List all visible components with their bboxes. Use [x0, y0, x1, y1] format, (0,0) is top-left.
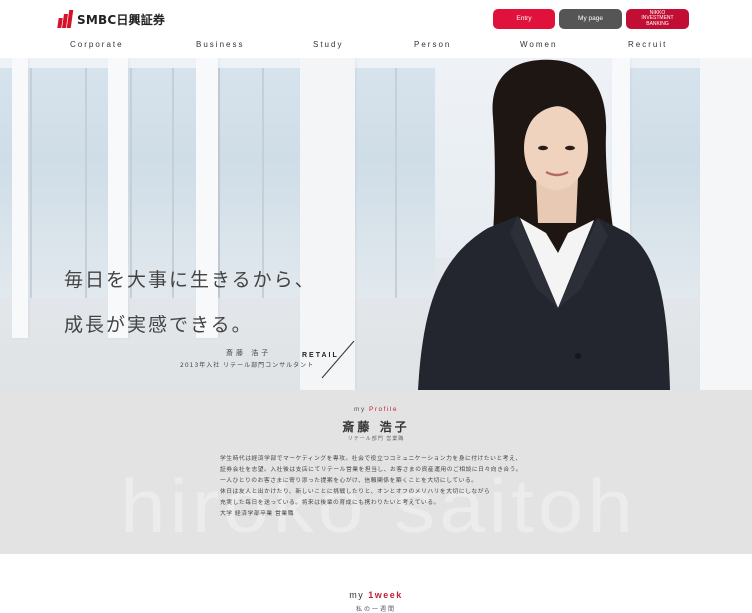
profile-body: 学生時代は経済学部でマーケティングを専攻。社会で役立つコミュニケーション力を身に…: [220, 454, 540, 520]
week-title-highlight: 1week: [368, 590, 403, 600]
week-subtitle: 私の一週間: [355, 606, 396, 613]
logo-text: SMBC日興証券: [77, 12, 166, 27]
profile-body-line: 学生時代は経済学部でマーケティングを専攻。社会で役立つコミュニケーション力を身に…: [220, 456, 522, 462]
profile-body-line: 証券会社を志望。入社後は支店にてリテール営業を担当し、お客さまの資産運用のご相談…: [220, 467, 522, 473]
profile-body-line: 一人ひとりのお客さまに寄り添った提案を心がけ、信頼関係を築くことを大切にしている…: [220, 478, 478, 484]
nav-item-study[interactable]: Study: [313, 40, 343, 49]
mypage-button[interactable]: My page: [559, 9, 622, 29]
week-title-prefix: my: [349, 590, 365, 600]
week-title: my 1week: [0, 590, 752, 600]
nav-item-business[interactable]: Business: [196, 40, 244, 49]
company-logo[interactable]: SMBC日興証券: [57, 10, 166, 28]
profile-label-highlight: Profile: [369, 406, 398, 413]
profile-section: hiroko saitoh my Profile 斎藤 浩子 リテール部門 営業…: [0, 390, 752, 554]
nav-item-women[interactable]: Women: [520, 40, 557, 49]
nav-item-person[interactable]: Person: [414, 40, 451, 49]
retail-slash-line: [321, 340, 355, 379]
profile-ruby: リテール部門 営業職: [347, 436, 405, 442]
entry-button[interactable]: Entry: [493, 9, 555, 29]
nav-item-corporate[interactable]: Corporate: [70, 40, 124, 49]
profile-label: my Profile: [0, 406, 752, 413]
profile-name: 斎藤 浩子: [342, 420, 410, 434]
nav-item-recruit[interactable]: Recruit: [628, 40, 667, 49]
hero-section: 毎日を大事に生きるから、 成長が実感できる。 斎藤 浩子 2013年入社 リテー…: [0, 58, 752, 390]
profile-body-line: 大学 経済学部卒業 営業職: [220, 511, 294, 517]
profile-label-prefix: my: [354, 406, 366, 413]
profile-body-line: 充実した毎日を送っている。将来は後輩の育成にも携わりたいと考えている。: [220, 500, 440, 506]
site-header: SMBC日興証券 Entry My page NIKKO INVESTMENT …: [0, 0, 752, 58]
logo-mark-icon: [57, 10, 74, 28]
profile-body-line: 休日は友人と出かけたり、新しいことに挑戦したりと、オンとオフのメリハリを大切にし…: [220, 489, 491, 495]
nikko-investment-banking-button[interactable]: NIKKO INVESTMENT BANKING: [626, 9, 689, 29]
global-nav: Corporate Business Study Person Women Re…: [0, 40, 752, 54]
